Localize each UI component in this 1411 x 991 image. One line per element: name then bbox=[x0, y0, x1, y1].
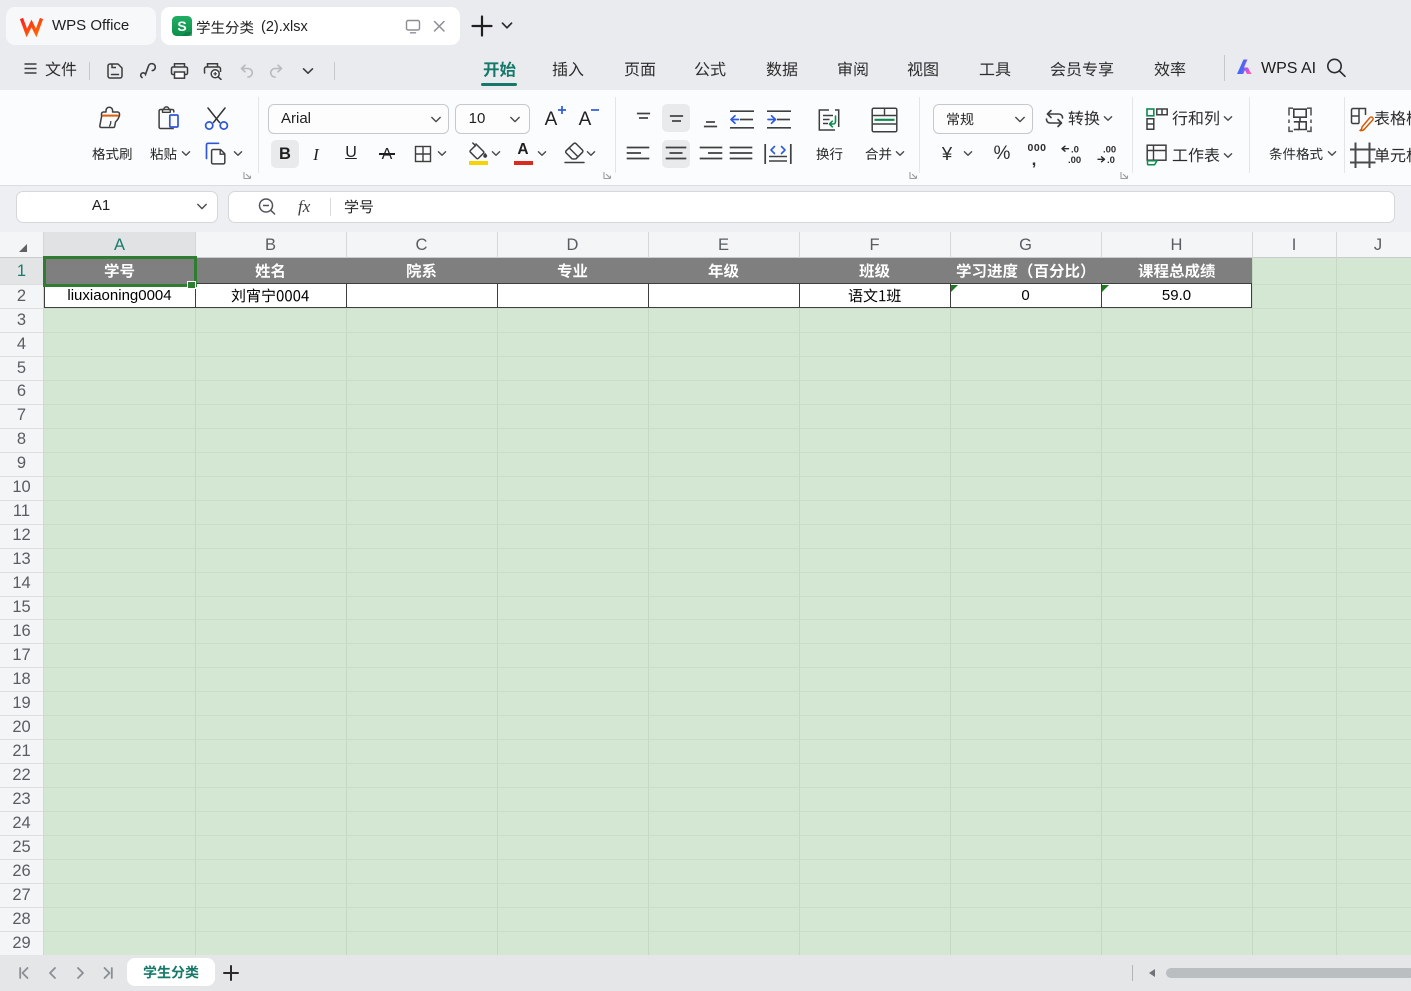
svg-text:S: S bbox=[177, 18, 186, 34]
svg-text:.00: .00 bbox=[1068, 155, 1081, 165]
svg-text:.00: .00 bbox=[1103, 145, 1116, 156]
svg-text:.0: .0 bbox=[1071, 145, 1079, 156]
svg-text:.0: .0 bbox=[1107, 155, 1115, 165]
